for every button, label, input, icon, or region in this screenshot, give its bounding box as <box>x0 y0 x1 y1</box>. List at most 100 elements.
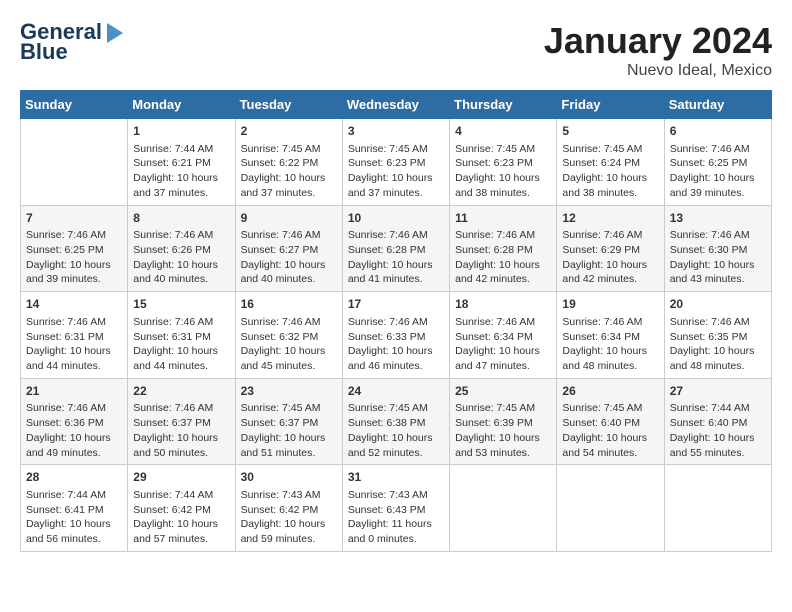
day-info: Sunrise: 7:46 AM <box>26 315 122 330</box>
day-number: 23 <box>241 383 337 400</box>
day-info: Sunset: 6:42 PM <box>133 503 229 518</box>
day-info: Sunset: 6:43 PM <box>348 503 444 518</box>
day-info: Daylight: 10 hours <box>455 344 551 359</box>
day-info: Daylight: 10 hours <box>26 517 122 532</box>
day-info: Sunset: 6:23 PM <box>348 156 444 171</box>
day-info: Sunset: 6:37 PM <box>133 416 229 431</box>
day-info: Sunrise: 7:46 AM <box>133 401 229 416</box>
day-info: Sunrise: 7:44 AM <box>133 142 229 157</box>
calendar-cell <box>450 465 557 552</box>
day-info: Sunrise: 7:46 AM <box>455 228 551 243</box>
calendar-cell: 27Sunrise: 7:44 AMSunset: 6:40 PMDayligh… <box>664 378 771 465</box>
day-info: Sunset: 6:41 PM <box>26 503 122 518</box>
calendar-cell: 21Sunrise: 7:46 AMSunset: 6:36 PMDayligh… <box>21 378 128 465</box>
calendar-cell: 11Sunrise: 7:46 AMSunset: 6:28 PMDayligh… <box>450 205 557 292</box>
day-info: Sunrise: 7:44 AM <box>670 401 766 416</box>
day-info: Daylight: 10 hours <box>133 517 229 532</box>
day-info: Daylight: 10 hours <box>241 258 337 273</box>
month-title: January 2024 <box>544 20 772 62</box>
day-info: Sunrise: 7:46 AM <box>133 315 229 330</box>
day-info: Sunrise: 7:46 AM <box>348 228 444 243</box>
day-info: Daylight: 10 hours <box>241 171 337 186</box>
calendar-cell: 6Sunrise: 7:46 AMSunset: 6:25 PMDaylight… <box>664 119 771 206</box>
day-number: 5 <box>562 123 658 140</box>
calendar-cell: 17Sunrise: 7:46 AMSunset: 6:33 PMDayligh… <box>342 292 449 379</box>
calendar-cell: 8Sunrise: 7:46 AMSunset: 6:26 PMDaylight… <box>128 205 235 292</box>
day-number: 7 <box>26 210 122 227</box>
day-info: Daylight: 10 hours <box>670 258 766 273</box>
day-info: Sunset: 6:40 PM <box>562 416 658 431</box>
day-info: Sunrise: 7:45 AM <box>455 401 551 416</box>
day-number: 30 <box>241 469 337 486</box>
day-number: 24 <box>348 383 444 400</box>
day-info: and 56 minutes. <box>26 532 122 547</box>
calendar-cell: 14Sunrise: 7:46 AMSunset: 6:31 PMDayligh… <box>21 292 128 379</box>
day-info: Sunrise: 7:46 AM <box>670 315 766 330</box>
day-info: Sunrise: 7:44 AM <box>133 488 229 503</box>
day-info: and 57 minutes. <box>133 532 229 547</box>
day-info: Daylight: 10 hours <box>241 344 337 359</box>
day-info: Sunset: 6:34 PM <box>455 330 551 345</box>
day-info: Sunset: 6:25 PM <box>26 243 122 258</box>
calendar-cell: 29 Sunrise: 7:44 AMSunset: 6:42 PMDayligh… <box>128 465 235 552</box>
day-info: Sunrise: 7:44 AM <box>26 488 122 503</box>
day-info: Sunset: 6:31 PM <box>133 330 229 345</box>
day-info: and 44 minutes. <box>133 359 229 374</box>
day-info: Sunrise: 7:45 AM <box>562 401 658 416</box>
day-info: Sunset: 6:33 PM <box>348 330 444 345</box>
day-info: and 39 minutes. <box>670 186 766 201</box>
day-info: and 44 minutes. <box>26 359 122 374</box>
day-info: Daylight: 10 hours <box>133 431 229 446</box>
day-info: and 54 minutes. <box>562 446 658 461</box>
day-info: Sunset: 6:21 PM <box>133 156 229 171</box>
weekday-header: Tuesday <box>235 91 342 119</box>
day-info: Sunset: 6:32 PM <box>241 330 337 345</box>
day-number: 26 <box>562 383 658 400</box>
calendar-cell: 12Sunrise: 7:46 AMSunset: 6:29 PMDayligh… <box>557 205 664 292</box>
logo: General Blue <box>20 20 123 64</box>
calendar-cell <box>557 465 664 552</box>
day-info: Sunset: 6:28 PM <box>455 243 551 258</box>
calendar-cell: 4Sunrise: 7:45 AMSunset: 6:23 PMDaylight… <box>450 119 557 206</box>
weekday-header: Thursday <box>450 91 557 119</box>
day-info: and 41 minutes. <box>348 272 444 287</box>
day-info: Sunrise: 7:46 AM <box>133 228 229 243</box>
calendar-header: SundayMondayTuesdayWednesdayThursdayFrid… <box>21 91 772 119</box>
day-info: Daylight: 10 hours <box>348 431 444 446</box>
day-info: Sunrise: 7:43 AM <box>241 488 337 503</box>
day-info: Sunset: 6:22 PM <box>241 156 337 171</box>
day-info: Sunset: 6:35 PM <box>670 330 766 345</box>
weekday-header: Sunday <box>21 91 128 119</box>
day-info: Daylight: 10 hours <box>455 431 551 446</box>
day-info: Sunrise: 7:46 AM <box>241 228 337 243</box>
calendar-cell: 19Sunrise: 7:46 AMSunset: 6:34 PMDayligh… <box>557 292 664 379</box>
day-info: Sunrise: 7:46 AM <box>455 315 551 330</box>
day-info: Daylight: 10 hours <box>455 258 551 273</box>
weekday-header: Wednesday <box>342 91 449 119</box>
day-number: 6 <box>670 123 766 140</box>
day-info: and 37 minutes. <box>241 186 337 201</box>
calendar-week-row: 28Sunrise: 7:44 AMSunset: 6:41 PMDayligh… <box>21 465 772 552</box>
day-info: Sunset: 6:31 PM <box>26 330 122 345</box>
day-info: Daylight: 10 hours <box>26 344 122 359</box>
day-number: 15 <box>133 296 229 313</box>
weekday-header: Friday <box>557 91 664 119</box>
day-info: and 42 minutes. <box>562 272 658 287</box>
day-info: Sunrise: 7:46 AM <box>348 315 444 330</box>
day-info: Sunrise: 7:46 AM <box>670 228 766 243</box>
day-number: 29 <box>133 469 229 486</box>
day-info: and 40 minutes. <box>133 272 229 287</box>
day-info: Sunset: 6:39 PM <box>455 416 551 431</box>
day-info: Sunset: 6:27 PM <box>241 243 337 258</box>
day-info: Sunset: 6:36 PM <box>26 416 122 431</box>
calendar-cell: 10Sunrise: 7:46 AMSunset: 6:28 PMDayligh… <box>342 205 449 292</box>
day-info: and 48 minutes. <box>670 359 766 374</box>
calendar-cell: 22Sunrise: 7:46 AMSunset: 6:37 PMDayligh… <box>128 378 235 465</box>
day-info: and 53 minutes. <box>455 446 551 461</box>
day-number: 11 <box>455 210 551 227</box>
day-number: 9 <box>241 210 337 227</box>
day-info: Daylight: 10 hours <box>133 171 229 186</box>
day-info: and 38 minutes. <box>562 186 658 201</box>
day-number: 21 <box>26 383 122 400</box>
day-info: Sunrise: 7:46 AM <box>670 142 766 157</box>
